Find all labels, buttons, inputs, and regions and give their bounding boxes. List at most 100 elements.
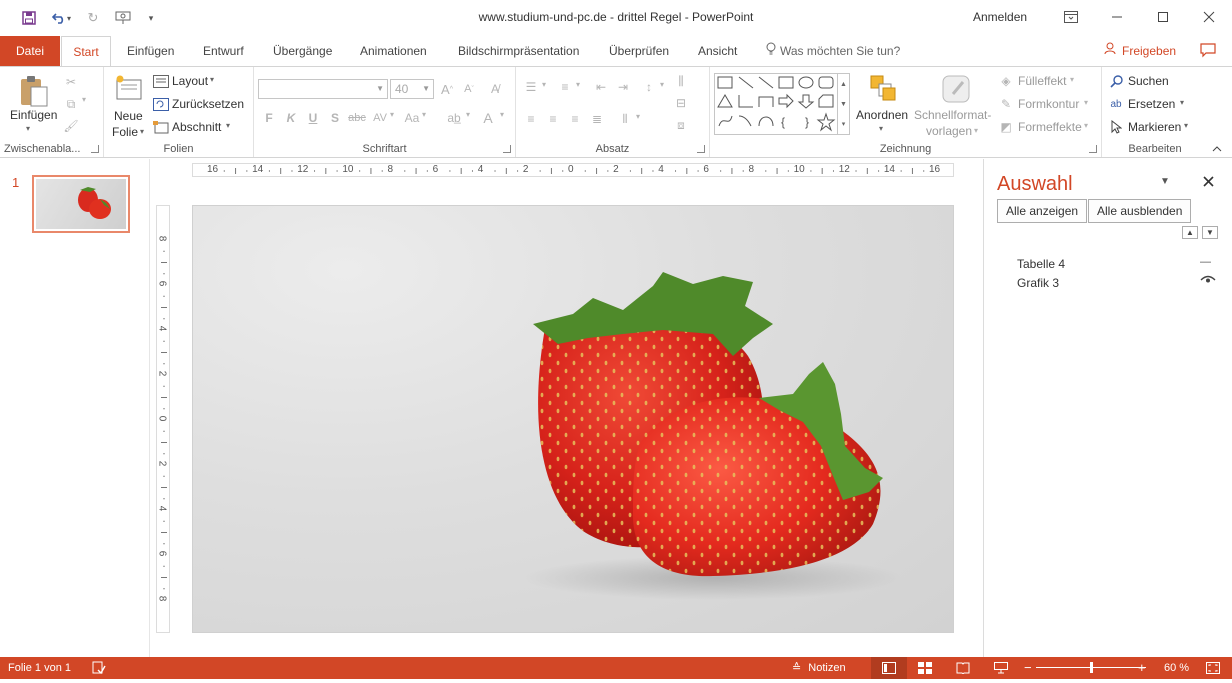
decrease-indent-icon[interactable]: ⇤ [592,79,610,95]
tab-review[interactable]: Überprüfen [599,36,679,66]
replace-dropdown-icon[interactable]: ▾ [1180,98,1184,107]
zoom-out-icon[interactable]: − [1024,657,1032,679]
bold-button[interactable]: F [260,109,278,127]
layout-button[interactable]: Layout [172,74,208,88]
line-spacing-dropdown-icon[interactable]: ▾ [660,80,664,89]
gallery-more-icon[interactable]: ▾ [838,116,849,132]
undo-dropdown-icon[interactable]: ▾ [64,7,74,29]
select-icon[interactable] [1108,119,1124,135]
char-spacing-button[interactable]: AV [370,109,390,127]
arrange-dropdown-icon[interactable]: ▾ [879,124,883,133]
cut-icon[interactable]: ✂ [62,73,80,91]
layout-icon[interactable] [152,73,170,89]
strawberry-photo[interactable] [193,206,954,633]
quick-styles-label-2[interactable]: vorlagen [926,124,972,138]
share-button[interactable]: Freigeben [1104,36,1176,66]
tab-file[interactable]: Datei [0,36,60,66]
vertical-ruler[interactable]: 8 6 4 2 0 2 4 6 8 [156,205,170,633]
close-pane-icon[interactable] [1200,173,1216,189]
format-painter-icon[interactable]: 🖌 [62,117,80,135]
gallery-up-icon[interactable]: ▲ [838,76,849,92]
select-button[interactable]: Markieren [1128,120,1181,134]
paste-dropdown-icon[interactable]: ▾ [26,124,30,133]
quick-styles-icon[interactable] [940,73,972,105]
signin-link[interactable]: Anmelden [973,10,1027,24]
quick-styles-dropdown-icon[interactable]: ▾ [974,126,978,135]
shape-fill-icon[interactable]: ◈ [998,73,1014,89]
pane-options-icon[interactable]: ▼ [1160,176,1170,187]
arrange-button[interactable]: Anordnen [856,108,908,122]
change-case-dropdown-icon[interactable]: ▾ [422,110,426,119]
shadow-button[interactable]: S [326,109,344,127]
horizontal-ruler[interactable]: 16 14 12 10 8 6 4 2 0 2 4 6 8 10 12 14 16 [192,163,954,177]
shape-fill-button[interactable]: Fülleffekt [1018,74,1066,88]
slide-edit-area[interactable]: 16 14 12 10 8 6 4 2 0 2 4 6 8 10 12 14 16 8 6 4 2 0 2 4 6 8 [150,159,982,657]
clipboard-launcher-icon[interactable] [91,145,99,153]
font-launcher-icon[interactable] [503,145,511,153]
reading-view-icon[interactable] [956,657,970,679]
visibility-eye-icon[interactable] [1200,275,1216,288]
tell-me-box[interactable]: Was möchten Sie tun? [766,36,900,66]
section-dropdown-icon[interactable]: ▾ [226,121,230,130]
visibility-hidden-icon[interactable]: — [1200,256,1211,268]
shape-effects-icon[interactable]: ◩ [998,119,1014,135]
copy-icon[interactable]: ⧉ [62,95,80,113]
bring-forward-icon[interactable]: ▲ [1182,226,1198,239]
numbering-dropdown-icon[interactable]: ▾ [576,80,580,89]
notes-button[interactable]: ≙ Notizen [792,657,846,679]
slideshow-view-icon[interactable] [994,657,1008,679]
comment-icon[interactable] [1200,43,1216,61]
ribbon-display-icon[interactable] [1048,0,1094,34]
tab-start[interactable]: Start [61,36,111,67]
highlight-icon[interactable]: ab̲ [444,109,464,127]
new-slide-label-2[interactable]: Folie [112,125,138,139]
find-icon[interactable] [1108,73,1124,89]
font-color-icon[interactable]: A [478,109,498,127]
slide-thumbnail[interactable] [32,175,130,233]
tab-insert[interactable]: Einfügen [117,36,184,66]
presentation-icon[interactable] [112,7,134,29]
section-button[interactable]: Abschnitt [172,120,221,134]
show-all-button[interactable]: Alle anzeigen [997,199,1088,223]
increase-indent-icon[interactable]: ⇥ [614,79,632,95]
section-icon[interactable] [152,119,170,135]
shapes-gallery[interactable]: {} [714,73,838,135]
collapse-ribbon-icon[interactable] [1210,143,1224,155]
shape-outline-dropdown-icon[interactable]: ▾ [1084,98,1088,107]
font-name-combo[interactable]: ▼ [258,79,388,99]
font-color-dropdown-icon[interactable]: ▾ [500,110,504,119]
send-backward-icon[interactable]: ▼ [1202,226,1218,239]
spelling-check-icon[interactable] [92,657,106,679]
shape-outline-button[interactable]: Formkontur [1018,97,1079,111]
columns-dropdown-icon[interactable]: ▾ [636,112,640,121]
maximize-icon[interactable] [1140,0,1186,34]
select-dropdown-icon[interactable]: ▾ [1184,121,1188,130]
close-window-icon[interactable] [1186,0,1232,34]
shape-fill-dropdown-icon[interactable]: ▾ [1070,75,1074,84]
shape-effects-button[interactable]: Formeffekte [1018,120,1082,134]
zoom-level[interactable]: 60 % [1164,657,1189,679]
font-size-combo[interactable]: 40 ▼ [390,79,434,99]
highlight-dropdown-icon[interactable]: ▾ [466,110,470,119]
shape-effects-dropdown-icon[interactable]: ▾ [1084,121,1088,130]
tab-view[interactable]: Ansicht [688,36,747,66]
numbering-icon[interactable]: ≡ [556,79,574,95]
slide-thumbnail-pane[interactable]: 1 [0,159,150,657]
arrange-icon[interactable] [868,73,898,103]
paragraph-launcher-icon[interactable] [697,145,705,153]
minimize-icon[interactable] [1094,0,1140,34]
new-slide-icon[interactable] [114,73,144,103]
save-icon[interactable] [18,7,40,29]
layout-dropdown-icon[interactable]: ▾ [210,75,214,84]
align-center-icon[interactable]: ≡ [544,111,562,127]
selection-item-picture[interactable]: Grafik 3 [1017,276,1059,290]
line-spacing-icon[interactable]: ↕ [640,79,658,95]
replace-button[interactable]: Ersetzen [1128,97,1175,111]
align-left-icon[interactable]: ≡ [522,111,540,127]
tab-design[interactable]: Entwurf [193,36,254,66]
clear-format-icon[interactable]: A̸ [486,80,504,98]
find-button[interactable]: Suchen [1128,74,1169,88]
replace-icon[interactable]: ab [1108,96,1124,112]
normal-view-icon[interactable] [871,657,907,679]
grow-font-icon[interactable]: A ^ [438,80,456,98]
